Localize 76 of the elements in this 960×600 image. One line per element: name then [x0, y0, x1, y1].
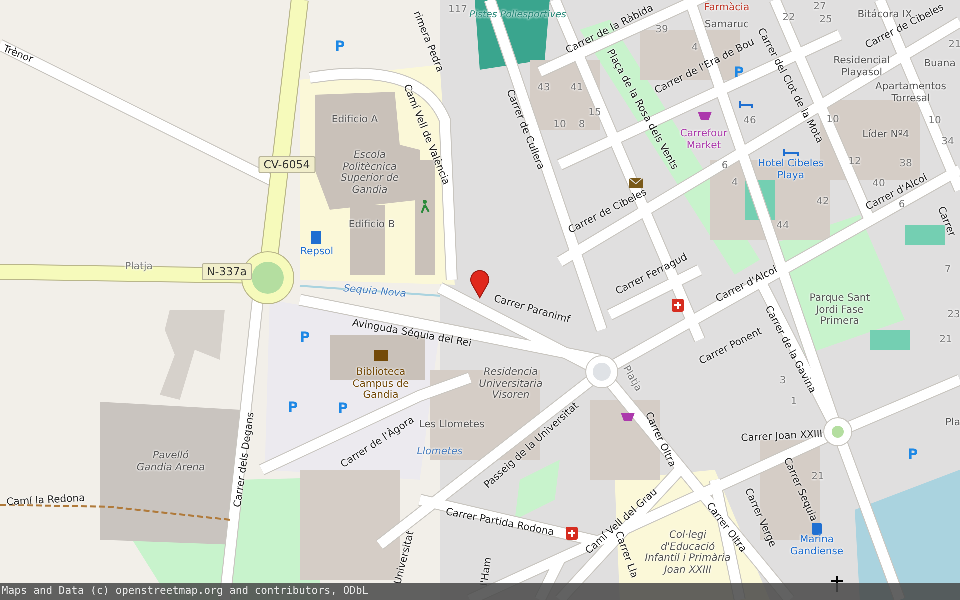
house-number: 4 [692, 42, 698, 54]
house-number: 27 [814, 1, 826, 13]
place-label: Edificio A [330, 114, 380, 126]
house-number: 21 [940, 334, 952, 346]
street-label: Carrer Oltra [642, 410, 678, 470]
house-number: 10 [928, 115, 942, 127]
street-label: Camí la Redona [6, 493, 86, 509]
place-label: Hotel Cibeles Playa [756, 158, 826, 182]
house-number: 117 [448, 4, 468, 16]
street-label: Carrer Lla [612, 530, 640, 580]
place-label: Pavelló Gandia Arena [136, 450, 206, 474]
street-label: Carrer [934, 205, 958, 239]
parking-sign: P [734, 66, 744, 80]
house-number: 46 [744, 115, 756, 127]
running-person-icon [421, 200, 430, 214]
place-label: Parque Sant Jordi Fase Primera [808, 292, 872, 328]
parking-sign: P [288, 401, 298, 415]
place-label: Apartamentos Torresal [874, 82, 948, 104]
place-label: Farmàcia [704, 2, 750, 14]
parking-sign: P [300, 331, 310, 345]
street-label: Avinguda Séquia del Rei [352, 318, 472, 350]
pharmacy-cross-icon [672, 299, 684, 312]
road-shield: N-337a [202, 264, 252, 280]
house-number: 40 [872, 178, 886, 190]
place-label: Edificio B [348, 219, 396, 231]
house-number: 25 [820, 14, 832, 26]
parking-sign: P [338, 402, 348, 416]
envelope-icon [628, 178, 644, 188]
house-number: 39 [656, 24, 668, 36]
place-label: Residencial Playasol [832, 56, 892, 78]
bed-icon [783, 148, 799, 157]
place-label: Escola Politècnica Superior de Gandia [340, 150, 400, 196]
street-label: Sequia Nova [343, 284, 407, 300]
house-number: 6 [722, 160, 728, 172]
house-number: 1 [790, 396, 798, 408]
street-label: Carrer Partida Rodona [444, 506, 556, 540]
place-label: Les Llometes [419, 419, 485, 431]
house-number: 7 [944, 264, 952, 276]
bed-icon [739, 100, 753, 109]
parking-sign: P [908, 448, 918, 462]
house-number: 42 [816, 196, 830, 208]
house-number: 34 [942, 136, 954, 148]
house-number: 4 [732, 177, 738, 189]
house-number: 41 [570, 82, 584, 94]
place-label: Residencia Universitaria Visoren [478, 366, 544, 402]
house-number: 10 [826, 114, 840, 126]
house-number: 21 [812, 471, 824, 483]
place-label: Llometes [417, 446, 463, 458]
street-label: Carrer Joan XXIII [740, 429, 824, 445]
house-number: 10 [554, 119, 566, 131]
place-label: Samaruc [704, 19, 750, 31]
pharmacy-cross-icon [566, 527, 578, 540]
street-label: Platja [125, 261, 153, 273]
street-label: Carrer dels Degans [232, 412, 258, 508]
house-number: 44 [776, 220, 790, 232]
house-number: 43 [538, 82, 550, 94]
parking-sign: P [334, 40, 346, 54]
road-shield: CV-6054 [258, 156, 316, 174]
place-label: Pla [946, 417, 960, 429]
house-number: 15 [588, 107, 602, 119]
street-label: l'Ham [479, 556, 495, 588]
place-label: Líder Nº4 [862, 129, 910, 141]
house-number: 3 [780, 375, 786, 387]
place-label: Repsol [300, 246, 334, 258]
place-label: Biblioteca Campus de Gandia [352, 366, 410, 402]
house-number: 12 [848, 156, 862, 168]
house-number: 38 [900, 158, 912, 170]
location-pin-icon [470, 270, 490, 298]
house-number: 8 [578, 119, 586, 131]
house-number: 22 [782, 12, 796, 24]
place-label: Carrefour Market [679, 128, 729, 152]
place-label: Buana [924, 58, 956, 70]
house-number: 23 [948, 309, 960, 321]
street-label: rimera Pedra [410, 10, 446, 74]
house-number: 6 [898, 199, 906, 211]
place-label: Marina Gandiense [789, 534, 845, 558]
